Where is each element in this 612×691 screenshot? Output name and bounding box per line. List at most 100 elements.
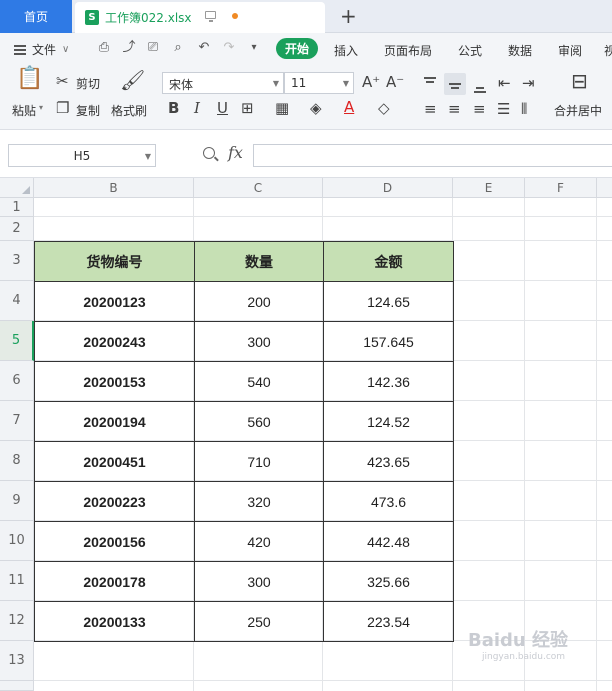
align-right-icon[interactable]: ≡	[473, 101, 486, 117]
menu-tab-formulas[interactable]: 公式	[458, 42, 482, 59]
row-header[interactable]: 4	[0, 281, 34, 321]
borders-icon[interactable]: ⊞	[241, 100, 254, 116]
clear-format-icon[interactable]: ◇	[378, 100, 390, 116]
cell-style-icon[interactable]: ▦	[275, 100, 289, 116]
row-header[interactable]: 7	[0, 401, 34, 441]
align-center-icon[interactable]: ≡	[448, 101, 461, 117]
cell-item-code[interactable]: 20200223	[34, 481, 195, 522]
cut-button[interactable]: 剪切	[76, 75, 100, 92]
cell-amount[interactable]: 423.65	[323, 441, 454, 482]
fill-color-icon[interactable]: ◈	[310, 100, 322, 116]
increase-font-icon[interactable]: A⁺	[362, 74, 380, 90]
menu-tab-review[interactable]: 审阅	[558, 42, 582, 59]
cell-item-code[interactable]: 20200123	[34, 281, 195, 322]
font-family-select[interactable]: 宋体 ▼	[162, 72, 284, 94]
scissors-icon[interactable]: ✂	[56, 73, 69, 89]
indent-increase-icon[interactable]: ⇥	[522, 75, 535, 91]
cell-item-code[interactable]: 20200243	[34, 321, 195, 362]
cell-quantity[interactable]: 300	[194, 561, 324, 602]
tab-workbook[interactable]: S 工作簿022.xlsx	[75, 2, 325, 33]
cell-quantity[interactable]: 250	[194, 601, 324, 642]
name-box[interactable]: H5 ▼	[8, 144, 156, 167]
paste-dropdown-icon[interactable]: ▾	[39, 103, 43, 112]
font-size-select[interactable]: 11 ▼	[284, 72, 354, 94]
distributed-icon[interactable]: ⫴	[521, 101, 527, 117]
cell-amount[interactable]: 223.54	[323, 601, 454, 642]
copy-button[interactable]: 复制	[76, 102, 100, 119]
cell-amount[interactable]: 124.65	[323, 281, 454, 322]
row-header[interactable]: 2	[0, 217, 34, 241]
cell-amount[interactable]: 442.48	[323, 521, 454, 562]
indent-decrease-icon[interactable]: ⇤	[498, 75, 511, 91]
save-icon[interactable]: ⎙	[97, 41, 111, 55]
cell-quantity[interactable]: 560	[194, 401, 324, 442]
merge-center-button[interactable]: 合并居中	[554, 102, 602, 119]
font-color-icon[interactable]: A	[344, 99, 354, 115]
column-header-g[interactable]	[597, 178, 612, 198]
menu-tab-page-layout[interactable]: 页面布局	[384, 42, 432, 59]
row-header[interactable]	[0, 681, 34, 691]
align-left-icon[interactable]: ≡	[424, 101, 437, 117]
paste-button[interactable]: 粘贴	[12, 102, 36, 119]
row-header[interactable]: 8	[0, 441, 34, 481]
new-tab-button[interactable]: +	[340, 4, 357, 28]
row-header[interactable]: 13	[0, 641, 34, 681]
cell-amount[interactable]: 142.36	[323, 361, 454, 402]
cell-item-code[interactable]: 20200178	[34, 561, 195, 602]
export-icon[interactable]: ⤴	[122, 41, 136, 55]
cell-amount[interactable]: 124.52	[323, 401, 454, 442]
format-painter-button[interactable]: 格式刷	[111, 102, 147, 119]
cell-item-code[interactable]: 20200133	[34, 601, 195, 642]
monitor-icon[interactable]	[205, 11, 216, 22]
header-cell-quantity[interactable]: 数量	[194, 241, 324, 282]
cell-amount[interactable]: 157.645	[323, 321, 454, 362]
header-cell-amount[interactable]: 金额	[323, 241, 454, 282]
cell-quantity[interactable]: 540	[194, 361, 324, 402]
cell-item-code[interactable]: 20200153	[34, 361, 195, 402]
tab-home[interactable]: 首页	[0, 0, 72, 33]
underline-icon[interactable]: U	[217, 100, 228, 116]
print-preview-icon[interactable]: ⌕	[171, 41, 185, 55]
column-header-c[interactable]: C	[194, 178, 323, 198]
column-header-b[interactable]: B	[34, 178, 194, 198]
cell-quantity[interactable]: 710	[194, 441, 324, 482]
italic-icon[interactable]: I	[194, 100, 200, 116]
menu-tab-view[interactable]: 视	[604, 42, 612, 59]
merge-cells-icon[interactable]: ⊟	[571, 71, 588, 91]
cell-item-code[interactable]: 20200451	[34, 441, 195, 482]
row-header[interactable]: 11	[0, 561, 34, 601]
justify-icon[interactable]: ☰	[497, 101, 510, 117]
row-header[interactable]: 3	[0, 241, 34, 281]
column-header-f[interactable]: F	[525, 178, 597, 198]
format-painter-icon[interactable]: 🖌	[120, 70, 145, 90]
cell-quantity[interactable]: 320	[194, 481, 324, 522]
menu-tab-insert[interactable]: 插入	[334, 42, 358, 59]
row-header[interactable]: 6	[0, 361, 34, 401]
zoom-icon[interactable]	[203, 147, 215, 159]
cell-item-code[interactable]: 20200156	[34, 521, 195, 562]
row-header-active[interactable]: 5	[0, 321, 34, 361]
menu-tab-home[interactable]: 开始	[276, 38, 318, 59]
cell-amount[interactable]: 325.66	[323, 561, 454, 602]
header-cell-item-code[interactable]: 货物编号	[34, 241, 195, 282]
formula-input[interactable]	[253, 144, 612, 167]
select-all-button[interactable]	[0, 178, 34, 198]
column-header-e[interactable]: E	[453, 178, 525, 198]
undo-icon[interactable]: ↶	[197, 41, 211, 55]
cell-amount[interactable]: 473.6	[323, 481, 454, 522]
cell-quantity[interactable]: 300	[194, 321, 324, 362]
cell-quantity[interactable]: 420	[194, 521, 324, 562]
redo-icon[interactable]: ↷	[222, 41, 236, 55]
row-header[interactable]: 1	[0, 198, 34, 217]
cell-quantity[interactable]: 200	[194, 281, 324, 322]
decrease-font-icon[interactable]: A⁻	[386, 74, 404, 90]
quick-access-dropdown-icon[interactable]: ▾	[247, 41, 261, 55]
row-header[interactable]: 9	[0, 481, 34, 521]
copy-icon[interactable]: ❐	[56, 100, 69, 116]
bold-icon[interactable]: B	[168, 100, 179, 116]
paste-icon[interactable]: 📋	[16, 68, 43, 90]
row-header[interactable]: 12	[0, 601, 34, 641]
cell-item-code[interactable]: 20200194	[34, 401, 195, 442]
column-header-d[interactable]: D	[323, 178, 453, 198]
function-icon[interactable]: fx	[228, 143, 243, 162]
